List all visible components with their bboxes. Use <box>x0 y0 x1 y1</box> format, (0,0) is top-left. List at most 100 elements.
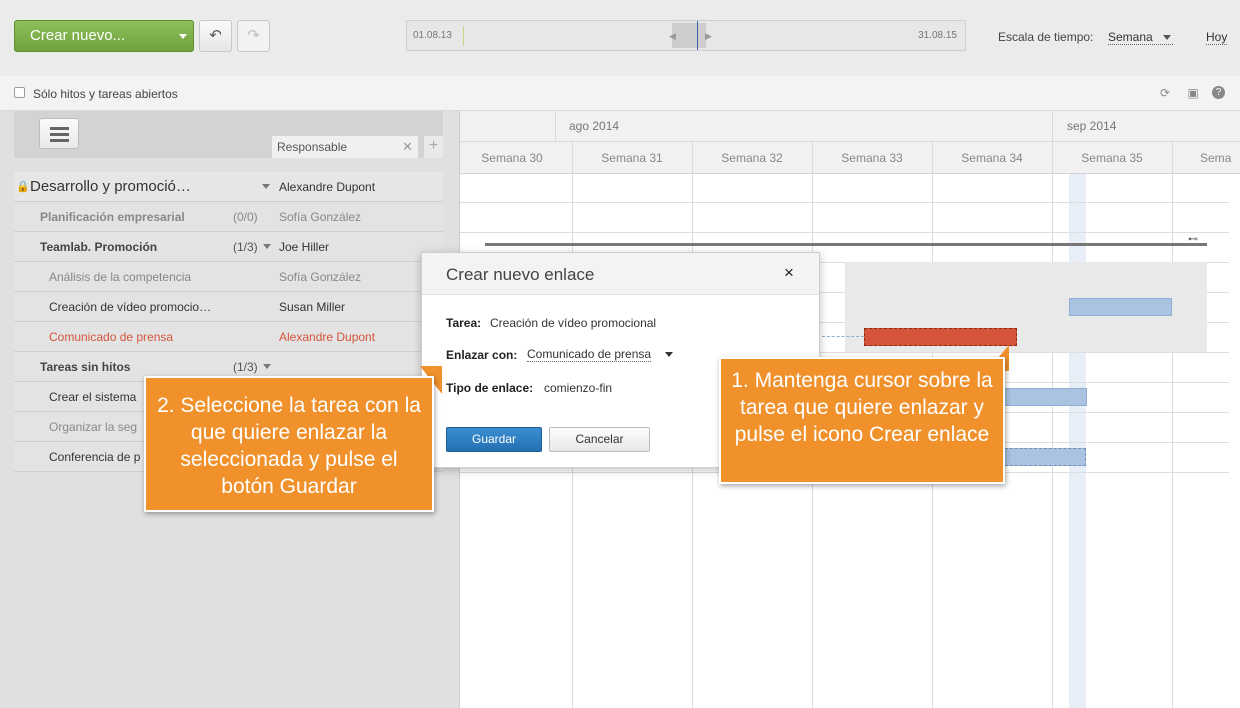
milestone-count: (1/3) <box>233 360 258 374</box>
timeline-end-date: 31.08.15 <box>918 30 957 41</box>
responsible-header-label: Responsable <box>277 140 348 154</box>
week-header: Semana 30 Semana 31 Semana 32 Semana 33 … <box>460 142 1240 174</box>
task-label: Tarea: <box>446 316 482 330</box>
chevron-down-icon[interactable] <box>263 364 271 369</box>
task-name: Comunicado de prensa <box>49 330 174 344</box>
task-name: Conferencia de p <box>49 450 141 464</box>
milestone-row[interactable]: Planificación empresarial (0/0) Sofía Go… <box>14 202 443 232</box>
milestone-name: Teamlab. Promoción <box>40 240 158 254</box>
task-responsible: Sofía González <box>279 270 362 284</box>
timeline-tick <box>463 26 464 46</box>
create-new-label: Crear nuevo... <box>30 27 126 44</box>
task-bar[interactable] <box>1000 388 1087 406</box>
menu-button[interactable] <box>39 118 79 149</box>
week-label: Semana 31 <box>601 151 663 165</box>
time-scale-label: Escala de tiempo: <box>998 30 1094 44</box>
arrow-right-icon: ▶ <box>705 31 712 41</box>
toolbar: Crear nuevo... ↶ ↷ 01.08.13 ◀ ▶ 31.08.15… <box>0 0 1240 76</box>
close-icon[interactable]: × <box>784 263 794 283</box>
step-2-callout: 2. Seleccione la tarea con la que quiere… <box>144 376 434 512</box>
chevron-down-icon[interactable] <box>665 352 673 357</box>
link-type-label: Tipo de enlace: <box>446 381 534 395</box>
today-link[interactable]: Hoy <box>1206 30 1228 45</box>
link-with-select[interactable]: Comunicado de prensa <box>527 347 652 362</box>
milestone-end-icon: ⊷ <box>1188 234 1198 245</box>
lock-icon: 🔒 <box>16 181 30 193</box>
week-label: Semana 34 <box>961 151 1023 165</box>
timeline-window-handle[interactable] <box>672 23 706 48</box>
refresh-icon[interactable]: ⟳ <box>1157 85 1173 101</box>
timeline-start-date: 01.08.13 <box>413 30 452 41</box>
milestone-responsible: Sofía González <box>279 210 362 224</box>
grid-line <box>1172 142 1173 708</box>
dialog-title: Crear nuevo enlace <box>446 265 595 284</box>
task-responsible: Alexandre Dupont <box>279 330 376 344</box>
month-divider <box>555 111 556 142</box>
open-only-label: Sólo hitos y tareas abiertos <box>33 87 178 101</box>
task-row[interactable]: Análisis de la competencia Sofía Gonzále… <box>14 262 443 292</box>
project-responsible: Alexandre Dupont <box>279 180 376 194</box>
menu-icon <box>50 127 69 130</box>
add-column-button[interactable]: + <box>424 136 443 158</box>
print-icon[interactable]: ▣ <box>1185 85 1201 101</box>
week-label: Semana 33 <box>841 151 903 165</box>
redo-icon: ↷ <box>247 27 260 44</box>
task-row[interactable]: Creación de vídeo promocio… Susan Miller <box>14 292 443 322</box>
chevron-down-icon[interactable] <box>263 244 271 249</box>
task-name: Organizar la seg <box>49 420 138 434</box>
task-row[interactable]: Comunicado de prensa Alexandre Dupont <box>14 322 443 352</box>
task-bar[interactable] <box>1000 448 1086 466</box>
undo-button[interactable]: ↶ <box>199 20 232 52</box>
close-column-icon[interactable]: ✕ <box>402 139 413 155</box>
current-week-highlight <box>1069 174 1086 708</box>
link-with-label: Enlazar con: <box>446 348 518 362</box>
task-value: Creación de vídeo promocional <box>490 316 657 330</box>
week-label: Semana 35 <box>1081 151 1143 165</box>
overdue-task-bar[interactable] <box>864 328 1017 346</box>
week-label: Semana 32 <box>721 151 783 165</box>
week-label: Sema <box>1200 151 1232 165</box>
redo-button[interactable]: ↷ <box>237 20 270 52</box>
task-list-header: Responsable ✕ + <box>14 111 443 158</box>
task-name: Crear el sistema <box>49 390 137 404</box>
help-icon[interactable]: ? <box>1212 86 1225 99</box>
milestone-responsible: Joe Hiller <box>279 240 330 254</box>
milestone-row[interactable]: Teamlab. Promoción (1/3) Joe Hiller <box>14 232 443 262</box>
time-scale-value: Semana <box>1108 30 1153 44</box>
responsible-column-header[interactable]: Responsable <box>272 136 418 158</box>
filter-bar: Sólo hitos y tareas abiertos ⟳ ▣ ? <box>0 76 1240 111</box>
chevron-down-icon <box>1162 35 1171 40</box>
timeline-current-marker <box>697 21 698 50</box>
grid-row-line <box>460 202 1229 203</box>
link-type-value: comienzo-fin <box>544 381 613 395</box>
open-only-checkbox[interactable] <box>14 87 25 98</box>
time-scale-select[interactable]: Semana <box>1108 30 1173 45</box>
month-divider <box>1052 111 1053 142</box>
cancel-button[interactable]: Cancelar <box>549 427 650 452</box>
week-label: Semana 30 <box>481 151 543 165</box>
task-bar[interactable] <box>1069 298 1172 316</box>
milestone-name: Planificación empresarial <box>40 210 185 224</box>
milestone-name: Tareas sin hitos <box>40 360 131 374</box>
undo-icon: ↶ <box>209 27 222 44</box>
menu-icon-bar <box>50 133 69 136</box>
task-name: Análisis de la competencia <box>49 270 192 284</box>
menu-icon-bar <box>50 139 69 142</box>
milestone-count: (1/3) <box>233 240 258 254</box>
dialog-header: Crear nuevo enlace × <box>422 253 819 295</box>
task-name: Creación de vídeo promocio… <box>49 300 212 314</box>
project-name: Desarrollo y promoció… <box>30 178 191 195</box>
save-button[interactable]: Guardar <box>446 427 542 452</box>
create-new-button[interactable]: Crear nuevo... <box>14 20 194 52</box>
chevron-down-icon[interactable] <box>262 184 270 189</box>
month-header: ago 2014 sep 2014 <box>460 111 1240 142</box>
arrow-left-icon: ◀ <box>669 31 676 41</box>
project-row[interactable]: 🔒 Desarrollo y promoció… Alexandre Dupon… <box>14 172 443 202</box>
task-responsible: Susan Miller <box>279 300 346 314</box>
timeline-navigator[interactable]: 01.08.13 ◀ ▶ 31.08.15 <box>406 20 966 51</box>
milestone-bar[interactable] <box>485 243 1207 246</box>
link-line <box>822 336 864 337</box>
month-label: ago 2014 <box>569 119 620 133</box>
chevron-down-icon <box>179 34 187 39</box>
grid-row-line <box>460 232 1229 233</box>
